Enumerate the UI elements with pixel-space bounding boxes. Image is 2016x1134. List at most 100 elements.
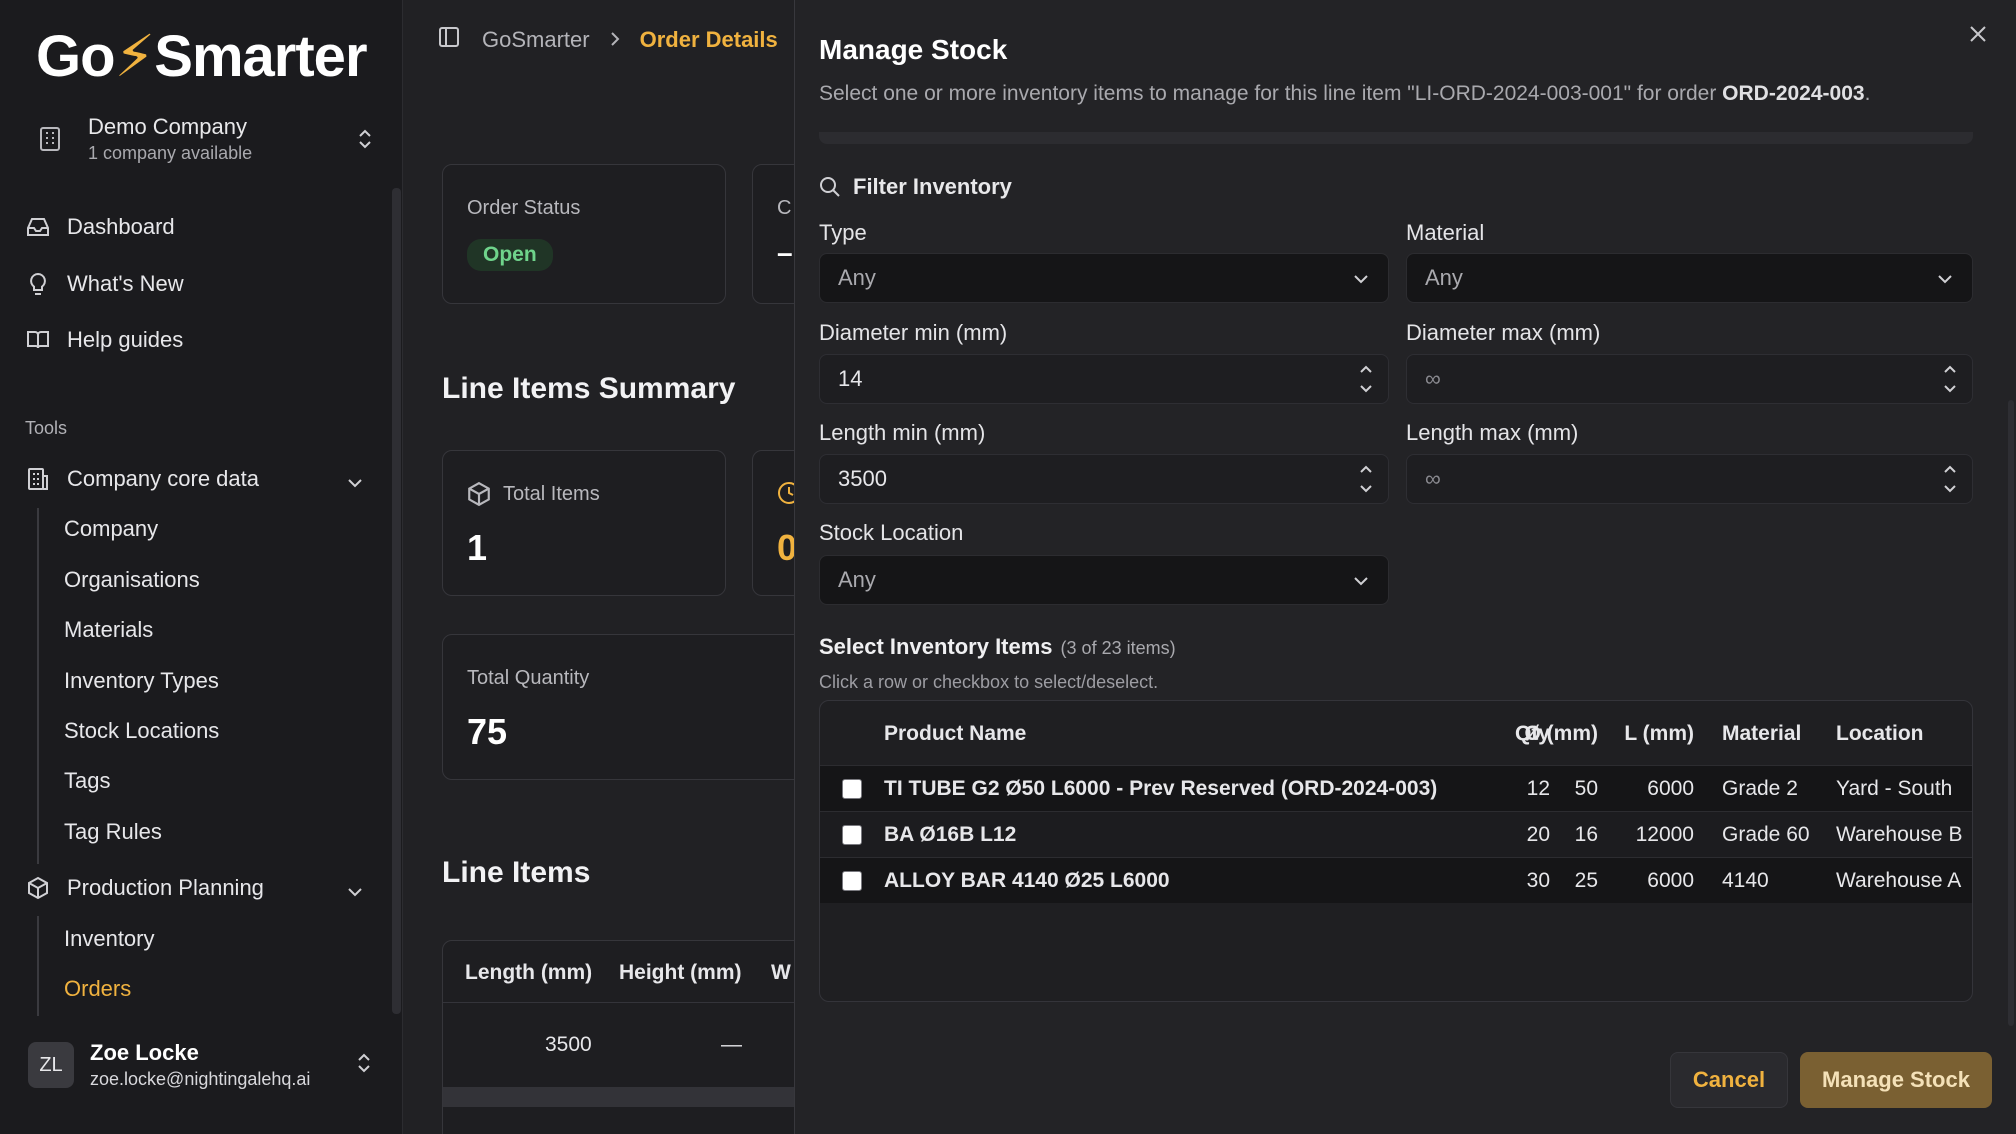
number-stepper[interactable]: [1356, 462, 1376, 496]
table-row[interactable]: BA Ø16B L12 20 16 12000 Grade 60 Warehou…: [820, 811, 1972, 857]
table-row[interactable]: TI TUBE G2 Ø50 L6000 - Prev Reserved (OR…: [820, 765, 1972, 811]
total-items-card: Total Items 1: [442, 450, 726, 596]
stock-location-select[interactable]: Any: [819, 555, 1389, 605]
user-email: zoe.locke@nightingalehq.ai: [90, 1069, 311, 1089]
sidebar-item-organisations[interactable]: Organisations: [64, 562, 200, 598]
table-row[interactable]: 3500 —: [443, 1003, 794, 1087]
dialog-description: Select one or more inventory items to ma…: [819, 82, 1871, 105]
sidebar-item-materials[interactable]: Materials: [64, 612, 153, 648]
close-icon[interactable]: [1968, 24, 1988, 49]
dialog-title: Manage Stock: [819, 34, 1008, 65]
diameter-min-label: Diameter min (mm): [819, 320, 1008, 345]
sidebar-toggle-icon[interactable]: [438, 26, 460, 54]
building-icon: [30, 126, 70, 152]
breadcrumb-home[interactable]: GoSmarter: [482, 27, 590, 53]
cancel-button[interactable]: Cancel: [1670, 1052, 1788, 1108]
sidebar-item-inventory-types[interactable]: Inventory Types: [64, 663, 219, 699]
sidebar-item-orders[interactable]: Orders: [64, 971, 131, 1007]
company-count: 1 company available: [88, 143, 253, 163]
manage-stock-dialog: Manage Stock Select one or more inventor…: [794, 0, 2016, 1134]
diameter-min-input[interactable]: 14: [819, 354, 1389, 404]
tree-line: [37, 508, 39, 864]
select-items-heading: Select Inventory Items (3 of 23 items): [819, 634, 1176, 659]
user-menu[interactable]: ZL Zoe Locke zoe.locke@nightingalehq.ai: [24, 1036, 384, 1094]
line-items-table: Length (mm) Height (mm) W 3500 —: [442, 940, 794, 1134]
sidebar-item-tag-rules[interactable]: Tag Rules: [64, 814, 162, 850]
length-min-input[interactable]: 3500: [819, 454, 1389, 504]
chevron-down-icon: [1352, 567, 1370, 593]
order-status-card: Order Status Open: [442, 164, 726, 304]
sidebar-item-tags[interactable]: Tags: [64, 763, 110, 799]
type-label: Type: [819, 220, 867, 245]
nav-company-core-data[interactable]: Company core data: [24, 457, 374, 501]
tree-line: [37, 916, 39, 1016]
diameter-max-input[interactable]: ∞: [1406, 354, 1973, 404]
table-scrollbar[interactable]: [443, 1087, 794, 1107]
company-switcher[interactable]: Demo Company 1 company available: [30, 108, 380, 170]
row-checkbox[interactable]: [842, 870, 862, 891]
items-count: (3 of 23 items): [1060, 638, 1176, 658]
stock-location-label: Stock Location: [819, 520, 964, 545]
avatar: ZL: [28, 1042, 74, 1088]
sidebar: Go⚡Smarter Demo Company 1 company availa…: [0, 0, 403, 1134]
chevron-up-icon[interactable]: [1356, 462, 1376, 476]
select-hint: Click a row or checkbox to select/desele…: [819, 672, 1159, 692]
dialog-scrollbar[interactable]: [2008, 400, 2014, 1026]
table-row[interactable]: ALLOY BAR 4140 Ø25 L6000 30 25 6000 4140…: [820, 857, 1972, 903]
manage-stock-button[interactable]: Manage Stock: [1800, 1052, 1992, 1108]
material-select[interactable]: Any: [1406, 253, 1973, 303]
nav-help-guides[interactable]: Help guides: [24, 318, 374, 362]
sidebar-item-company[interactable]: Company: [64, 511, 158, 547]
length-min-label: Length min (mm): [819, 420, 986, 445]
chevron-down-icon[interactable]: [1940, 482, 1960, 496]
number-stepper[interactable]: [1356, 362, 1376, 396]
chevron-right-icon: [610, 27, 620, 53]
nav-dashboard[interactable]: Dashboard: [24, 205, 374, 249]
chevron-down-icon[interactable]: [1940, 382, 1960, 396]
chevron-up-icon[interactable]: [1940, 362, 1960, 376]
search-icon: [819, 176, 841, 198]
main-content: GoSmarter Order Details Order Status Ope…: [404, 0, 794, 1134]
filter-heading: Filter Inventory: [819, 174, 1012, 200]
length-max-label: Length max (mm): [1406, 420, 1579, 445]
breadcrumb-current: Order Details: [639, 27, 778, 52]
chevrons-updown-icon: [350, 127, 380, 151]
inventory-table: Product Name Qty Ø (mm) L (mm) Material …: [819, 700, 1973, 1002]
diameter-max-label: Diameter max (mm): [1406, 320, 1601, 345]
total-quantity-card: Total Quantity 75: [442, 634, 794, 780]
chevron-up-icon[interactable]: [1940, 462, 1960, 476]
inbox-icon: [24, 217, 52, 237]
sidebar-item-stock-locations[interactable]: Stock Locations: [64, 713, 219, 749]
nav-whats-new[interactable]: What's New: [24, 262, 374, 306]
app-logo[interactable]: Go⚡Smarter: [36, 22, 368, 90]
number-stepper[interactable]: [1940, 362, 1960, 396]
sidebar-item-inventory[interactable]: Inventory: [64, 921, 155, 957]
building-icon: [24, 467, 52, 491]
number-stepper[interactable]: [1940, 462, 1960, 496]
table-header: Length (mm) Height (mm) W: [443, 941, 794, 1003]
status-badge: Open: [467, 239, 553, 271]
chevron-down-icon[interactable]: [1356, 482, 1376, 496]
type-select[interactable]: Any: [819, 253, 1389, 303]
clock-icon: [777, 481, 794, 510]
tools-section-label: Tools: [25, 418, 68, 438]
chevron-down-icon: [1352, 265, 1370, 291]
nav-production-planning[interactable]: Production Planning: [24, 866, 374, 910]
line-items-summary-heading: Line Items Summary: [442, 372, 736, 405]
row-checkbox[interactable]: [842, 778, 862, 799]
divider: [819, 132, 1973, 144]
sidebar-scrollbar[interactable]: [392, 188, 401, 1014]
line-items-heading: Line Items: [442, 856, 591, 889]
chevron-down-icon[interactable]: [1356, 382, 1376, 396]
chevron-down-icon: [1936, 265, 1954, 291]
material-label: Material: [1406, 220, 1485, 245]
chevron-down-icon: [346, 878, 364, 904]
row-checkbox[interactable]: [842, 824, 862, 845]
customer-card: C –: [752, 164, 794, 304]
chevrons-updown-icon: [356, 1051, 372, 1080]
chevron-up-icon[interactable]: [1356, 362, 1376, 376]
company-name: Demo Company: [88, 114, 247, 139]
length-max-input[interactable]: ∞: [1406, 454, 1973, 504]
book-icon: [24, 330, 52, 350]
lightbulb-icon: [24, 272, 52, 296]
